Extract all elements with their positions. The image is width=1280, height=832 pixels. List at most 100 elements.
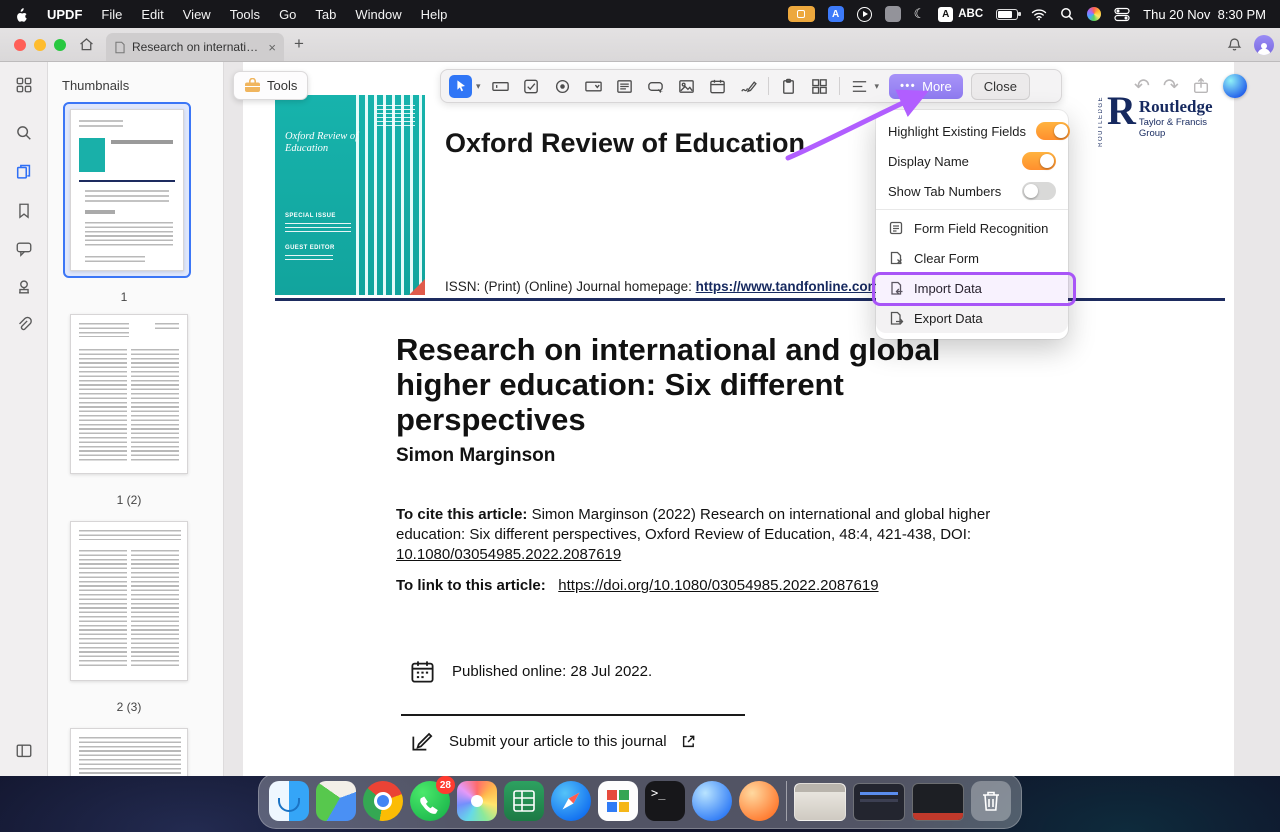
export-share-icon[interactable] (1192, 77, 1210, 95)
doi-link[interactable]: 10.1080/03054985.2022.2087619 (396, 546, 621, 563)
control-center-icon[interactable] (1114, 7, 1130, 22)
dock-terminal-icon[interactable]: >_ (645, 781, 685, 821)
notifications-bell-icon[interactable] (1226, 36, 1243, 54)
screen-record-icon[interactable] (788, 6, 815, 22)
align-tool-chevron-icon[interactable]: ▾ (875, 81, 880, 92)
menu-item-clear-form[interactable]: Clear Form (876, 243, 1068, 273)
focus-moon-icon[interactable]: ☾ (914, 6, 926, 22)
radio-button-tool[interactable] (551, 75, 574, 98)
menu-item-import-data[interactable]: Import Data (876, 273, 1068, 303)
text-field-tool[interactable] (489, 75, 512, 98)
select-tool-chevron-icon[interactable]: ▾ (476, 81, 481, 92)
minimize-window-button[interactable] (34, 39, 46, 51)
tools-button[interactable]: Tools (233, 71, 308, 100)
dock-finder-icon[interactable] (269, 781, 309, 821)
submit-article-link[interactable]: Submit your article to this journal (449, 733, 667, 750)
minimized-window-3[interactable] (912, 783, 964, 821)
tab-close-icon[interactable]: × (268, 40, 276, 55)
menu-item-form-field-recognition[interactable]: Form Field Recognition (876, 213, 1068, 243)
search-icon[interactable] (15, 124, 33, 142)
page-label: 2 (3) (65, 700, 193, 714)
battery-icon[interactable] (996, 9, 1018, 20)
page-thumbnail-4[interactable] (70, 728, 188, 776)
ai-assistant-icon[interactable] (1223, 74, 1247, 98)
menu-item-display-name[interactable]: Display Name (876, 146, 1068, 176)
app-status-icon[interactable] (885, 6, 901, 22)
paste-tool[interactable] (777, 75, 800, 98)
document-tab[interactable]: Research on international ... × (106, 33, 284, 61)
push-button-tool[interactable] (644, 75, 667, 98)
translate-icon[interactable]: A (828, 6, 844, 22)
minimized-window-1[interactable] (794, 783, 846, 821)
dock-photos-icon[interactable] (457, 781, 497, 821)
submit-pencil-icon (409, 728, 435, 754)
tools-button-label: Tools (267, 78, 297, 93)
wifi-icon[interactable] (1031, 8, 1047, 21)
signature-field-tool[interactable] (737, 75, 760, 98)
thumbnails-icon[interactable] (15, 163, 33, 181)
journal-homepage-link[interactable]: https://www.tandfonline.com (696, 279, 880, 294)
more-button[interactable]: ••• More (889, 74, 963, 99)
menubar-item-go[interactable]: Go (279, 7, 296, 22)
select-tool[interactable] (449, 75, 472, 98)
comments-icon[interactable] (15, 240, 33, 258)
redo-icon[interactable]: ↷ (1163, 77, 1179, 96)
menu-item-highlight-existing-fields[interactable]: Highlight Existing Fields (876, 116, 1068, 146)
article-doi-url-link[interactable]: https://doi.org/10.1080/03054985.2022.20… (558, 577, 878, 594)
menubar-item-tools[interactable]: Tools (230, 7, 260, 22)
menubar-item-edit[interactable]: Edit (141, 7, 163, 22)
highlight-existing-fields-toggle[interactable] (1036, 122, 1070, 140)
play-icon[interactable] (857, 7, 872, 22)
export-data-icon (888, 310, 904, 326)
dock-chrome-icon[interactable] (363, 781, 403, 821)
reader-mode-icon[interactable] (15, 742, 33, 760)
dock-app-grid-icon[interactable] (598, 781, 638, 821)
menubar-item-file[interactable]: File (101, 7, 122, 22)
apps-grid-icon[interactable] (15, 76, 33, 94)
undo-icon[interactable]: ↶ (1134, 77, 1150, 96)
show-tab-numbers-toggle[interactable] (1022, 182, 1056, 200)
checkbox-tool[interactable] (520, 75, 543, 98)
third-party-menu-icon[interactable] (1087, 7, 1101, 21)
page-label: 1 (2) (65, 493, 193, 507)
menubar-app-name[interactable]: UPDF (47, 7, 82, 22)
user-avatar[interactable] (1254, 35, 1274, 55)
dock-whatsapp-icon[interactable]: 28 (410, 781, 450, 821)
dock-blue-app-icon[interactable] (692, 781, 732, 821)
zoom-window-button[interactable] (54, 39, 66, 51)
page-thumbnail-3[interactable] (70, 521, 188, 681)
image-field-tool[interactable] (675, 75, 698, 98)
home-icon[interactable] (78, 36, 95, 53)
form-field-recognition-icon (888, 220, 904, 236)
new-tab-button[interactable]: + (294, 34, 304, 54)
menu-item-export-data[interactable]: Export Data (876, 303, 1068, 333)
menubar-item-view[interactable]: View (183, 7, 211, 22)
list-box-tool[interactable] (613, 75, 636, 98)
spotlight-search-icon[interactable] (1060, 7, 1074, 21)
close-window-button[interactable] (14, 39, 26, 51)
minimized-window-2[interactable] (853, 783, 905, 821)
align-tool[interactable] (848, 75, 871, 98)
date-field-tool[interactable] (706, 75, 729, 98)
page-thumbnail-2[interactable] (70, 314, 188, 474)
menubar-item-tab[interactable]: Tab (315, 7, 336, 22)
menubar-clock[interactable]: Thu 20 Nov 8:30 PM (1143, 7, 1266, 22)
apple-logo-icon[interactable] (14, 7, 28, 22)
menubar-item-window[interactable]: Window (355, 7, 401, 22)
menubar-item-help[interactable]: Help (421, 7, 448, 22)
attachments-paperclip-icon[interactable] (15, 316, 33, 334)
close-form-mode-button[interactable]: Close (971, 73, 1030, 100)
dock-maps-icon[interactable] (316, 781, 356, 821)
stamps-icon[interactable] (15, 278, 33, 296)
input-source-indicator[interactable]: A ABC (938, 7, 983, 22)
dock-orange-app-icon[interactable] (739, 781, 779, 821)
bookmarks-icon[interactable] (15, 202, 33, 220)
display-name-toggle[interactable] (1022, 152, 1056, 170)
menu-item-show-tab-numbers[interactable]: Show Tab Numbers (876, 176, 1068, 206)
page-thumbnail-1[interactable] (65, 104, 189, 276)
dock-safari-icon[interactable] (551, 781, 591, 821)
dropdown-tool[interactable] (582, 75, 605, 98)
dock-trash-icon[interactable] (971, 781, 1011, 821)
multi-select-tool[interactable] (808, 75, 831, 98)
dock-spreadsheet-icon[interactable] (504, 781, 544, 821)
